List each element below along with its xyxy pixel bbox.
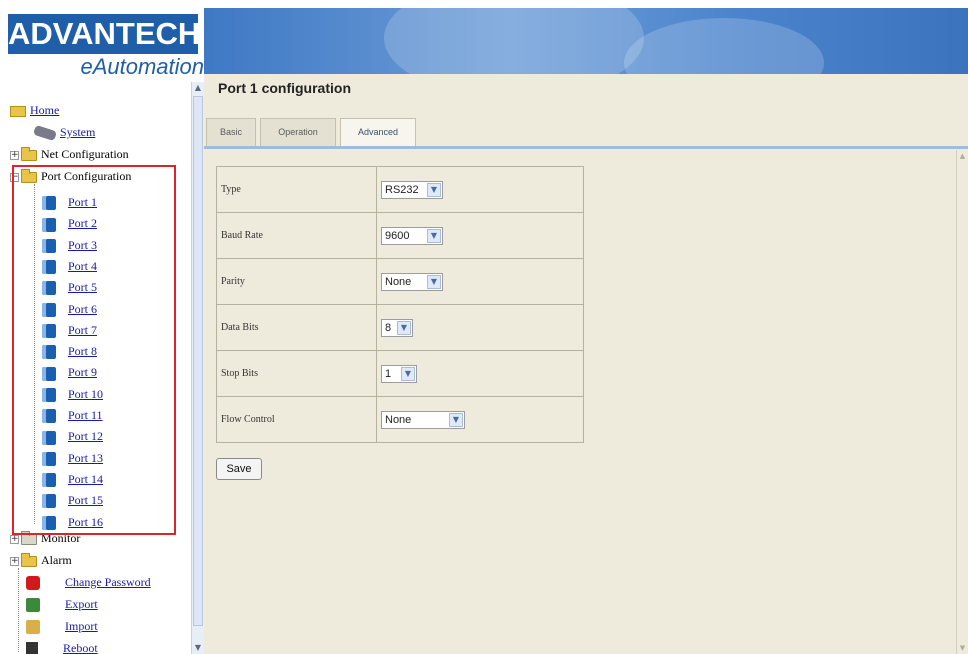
baud-rate-select-value: 9600 (385, 229, 410, 242)
import-icon (26, 620, 40, 635)
folder-icon (21, 146, 37, 161)
config-value-cell: RS232 ▼ (376, 166, 584, 213)
config-value-cell: 9600 ▼ (376, 212, 584, 259)
tree-export-label[interactable]: Export (65, 597, 98, 611)
type-select[interactable]: RS232 ▼ (381, 180, 443, 199)
tree-reboot-label[interactable]: Reboot (63, 641, 98, 654)
tree-connector (18, 568, 19, 652)
tree-home[interactable]: Home (10, 100, 59, 120)
chevron-down-icon[interactable]: ▼ (397, 320, 411, 335)
folder-open-icon (10, 105, 26, 117)
banner-decoration (624, 18, 824, 74)
config-label: Type (216, 166, 377, 213)
config-label: Stop Bits (216, 350, 377, 397)
scroll-down-icon[interactable]: ▼ (192, 642, 204, 654)
port-configuration-highlight (12, 165, 176, 535)
logo-subtitle: eAutomation (80, 54, 204, 79)
chevron-down-icon[interactable]: ▼ (401, 366, 415, 381)
tree-home-label[interactable]: Home (30, 103, 59, 117)
tree-change-password[interactable]: Change Password (26, 572, 151, 592)
config-value-cell: 1 ▼ (376, 350, 584, 397)
config-label: Parity (216, 258, 377, 305)
config-value-cell: None ▼ (376, 258, 584, 305)
expand-icon[interactable]: + (10, 534, 19, 544)
tree-alarm[interactable]: + Alarm (10, 550, 72, 570)
logo: ADVANTECH eAutomation (8, 8, 204, 88)
baud-rate-select[interactable]: 9600 ▼ (381, 226, 443, 245)
tab-operation-label: Operation (278, 127, 318, 137)
config-row-stop-bits: Stop Bits 1 ▼ (216, 350, 584, 397)
data-bits-select[interactable]: 8 ▼ (381, 318, 413, 337)
tab-basic-label: Basic (219, 127, 242, 137)
config-row-type: Type RS232 ▼ (216, 166, 584, 213)
tree-net-configuration[interactable]: + Net Configuration (10, 144, 129, 164)
tab-advanced[interactable]: Advanced (340, 118, 416, 146)
config-label: Baud Rate (216, 212, 377, 259)
tree-change-password-label[interactable]: Change Password (65, 575, 151, 589)
stop-bits-select[interactable]: 1 ▼ (381, 364, 417, 383)
logo-brand: ADVANTECH (8, 14, 200, 54)
export-icon (26, 598, 40, 613)
tree-alarm-label[interactable]: Alarm (41, 553, 72, 567)
tree-import[interactable]: Import (26, 616, 98, 636)
config-label: Data Bits (216, 304, 377, 351)
config-row-flow-control: Flow Control None ▼ (216, 396, 584, 443)
stop-bits-select-value: 1 (385, 367, 392, 380)
folder-icon (21, 552, 37, 567)
type-select-value: RS232 (385, 183, 419, 196)
scroll-up-icon[interactable]: ▲ (192, 82, 204, 94)
config-row-baud-rate: Baud Rate 9600 ▼ (216, 212, 584, 259)
system-icon (32, 125, 58, 142)
flow-control-select-value: None (385, 413, 412, 426)
content-frame: Port 1 configuration Basic Operation Adv… (204, 74, 968, 654)
parity-select-value: None (385, 275, 412, 288)
tab-basic[interactable]: Basic (206, 118, 256, 146)
expand-icon[interactable]: + (10, 150, 19, 160)
tree-import-label[interactable]: Import (65, 619, 98, 633)
navigation-scrollbar[interactable]: ▲ ▼ (191, 82, 204, 654)
lock-icon (26, 576, 40, 591)
folder-icon (21, 530, 37, 545)
tree-system[interactable]: System (32, 122, 95, 142)
expand-icon[interactable]: + (10, 556, 19, 566)
page-title: Port 1 configuration (218, 80, 351, 96)
chevron-down-icon[interactable]: ▼ (427, 274, 441, 289)
chevron-down-icon[interactable]: ▼ (427, 228, 441, 243)
config-value-cell: None ▼ (376, 396, 584, 443)
config-label: Flow Control (216, 396, 377, 443)
parity-select[interactable]: None ▼ (381, 272, 443, 291)
config-table: Type RS232 ▼ Baud Rate 9600 ▼ Parity Non… (216, 166, 584, 443)
tab-operation[interactable]: Operation (260, 118, 336, 146)
config-row-data-bits: Data Bits 8 ▼ (216, 304, 584, 351)
chevron-down-icon[interactable]: ▼ (449, 412, 463, 427)
scroll-down-icon[interactable]: ▼ (957, 642, 968, 654)
tree-net-configuration-label[interactable]: Net Configuration (41, 147, 129, 161)
save-button[interactable]: Save (216, 458, 262, 480)
config-row-parity: Parity None ▼ (216, 258, 584, 305)
tree-export[interactable]: Export (26, 594, 98, 614)
tab-advanced-label: Advanced (357, 127, 399, 137)
tree-system-label[interactable]: System (60, 125, 95, 139)
reboot-icon (26, 642, 38, 654)
tab-bar: Basic Operation Advanced (204, 118, 968, 146)
content-scrollbar[interactable]: ▲ ▼ (956, 150, 968, 654)
header-banner (204, 8, 968, 74)
flow-control-select[interactable]: None ▼ (381, 410, 465, 429)
data-bits-select-value: 8 (385, 321, 392, 334)
config-value-cell: 8 ▼ (376, 304, 584, 351)
tree-reboot[interactable]: Reboot (26, 638, 98, 654)
scroll-up-icon[interactable]: ▲ (957, 150, 968, 162)
scrollbar-thumb[interactable] (193, 96, 203, 626)
banner-decoration (384, 8, 644, 74)
chevron-down-icon[interactable]: ▼ (427, 182, 441, 197)
